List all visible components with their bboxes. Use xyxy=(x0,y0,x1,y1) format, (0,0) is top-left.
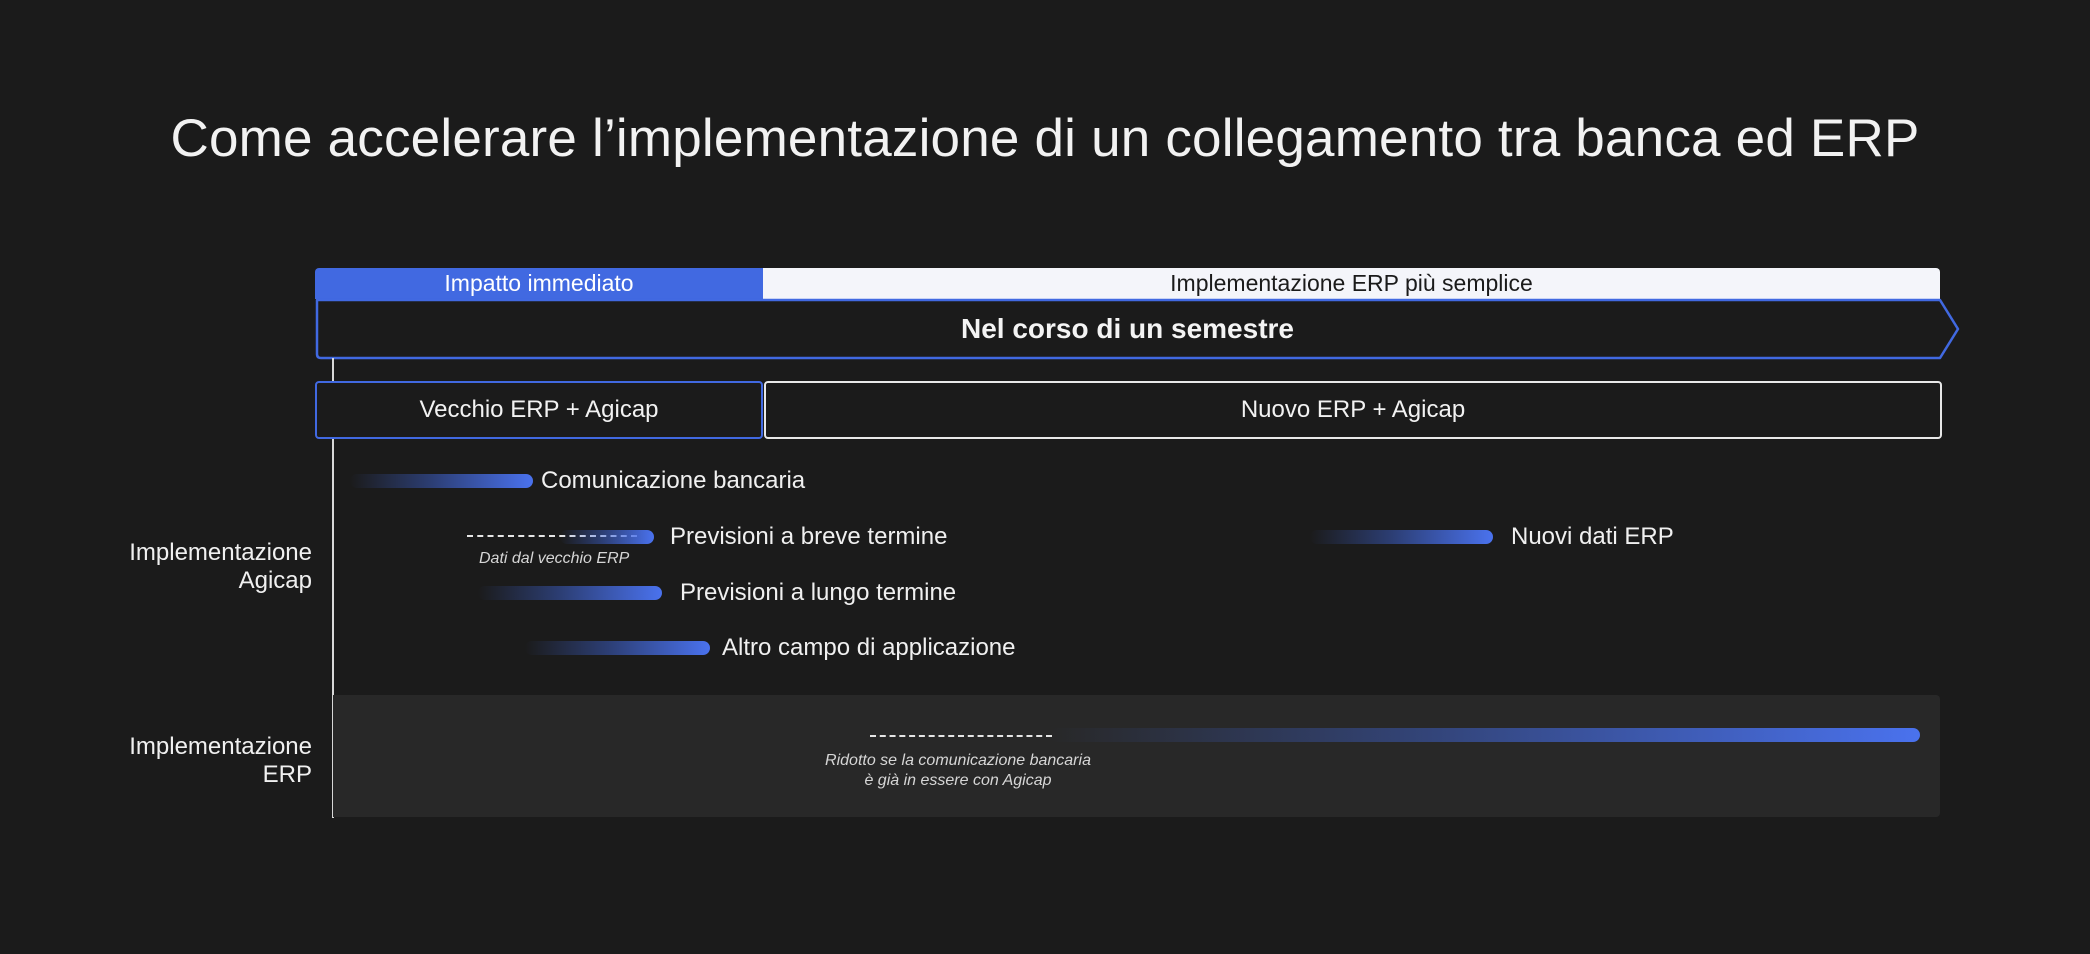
task-bar-other-scope xyxy=(525,641,710,655)
task-bar-erp-implementation xyxy=(1050,728,1920,742)
task-bar-long-term xyxy=(478,586,662,600)
page-title: Come accelerare l’implementazione di un … xyxy=(0,108,2090,169)
note-erp-reduced-line2: è già in essere con Agicap xyxy=(758,772,1158,790)
row-label-erp-line2: ERP xyxy=(129,761,312,789)
row-label-agicap-line2: Agicap xyxy=(129,567,312,595)
row-label-erp-line1: Implementazione xyxy=(129,733,312,761)
task-bar-bank xyxy=(350,474,533,488)
task-bar-new-erp-data xyxy=(1310,530,1493,544)
task-label-short-term: Previsioni a breve termine xyxy=(670,523,947,551)
task-bar-short-term xyxy=(560,530,654,544)
new-erp-box: Nuovo ERP + Agicap xyxy=(764,381,1942,439)
row-label-erp: Implementazione ERP xyxy=(129,733,312,789)
row-label-agicap-line1: Implementazione xyxy=(129,539,312,567)
task-label-long-term: Previsioni a lungo termine xyxy=(680,579,956,607)
task-label-bank: Comunicazione bancaria xyxy=(541,467,805,495)
row-label-agicap: Implementazione Agicap xyxy=(129,539,312,595)
task-label-other-scope: Altro campo di applicazione xyxy=(722,634,1016,662)
task-label-new-erp-data: Nuovi dati ERP xyxy=(1511,523,1674,551)
note-old-erp-data: Dati dal vecchio ERP xyxy=(479,550,629,568)
phase-simpler-header: Implementazione ERP più semplice xyxy=(763,268,1940,299)
note-erp-reduced-line1: Ridotto se la comunicazione bancaria xyxy=(758,752,1158,770)
dashed-line-erp-reduced xyxy=(870,735,1052,737)
phase-immediate-header: Impatto immediato xyxy=(315,268,763,299)
old-erp-box: Vecchio ERP + Agicap xyxy=(315,381,763,439)
semester-label: Nel corso di un semestre xyxy=(315,300,1940,358)
